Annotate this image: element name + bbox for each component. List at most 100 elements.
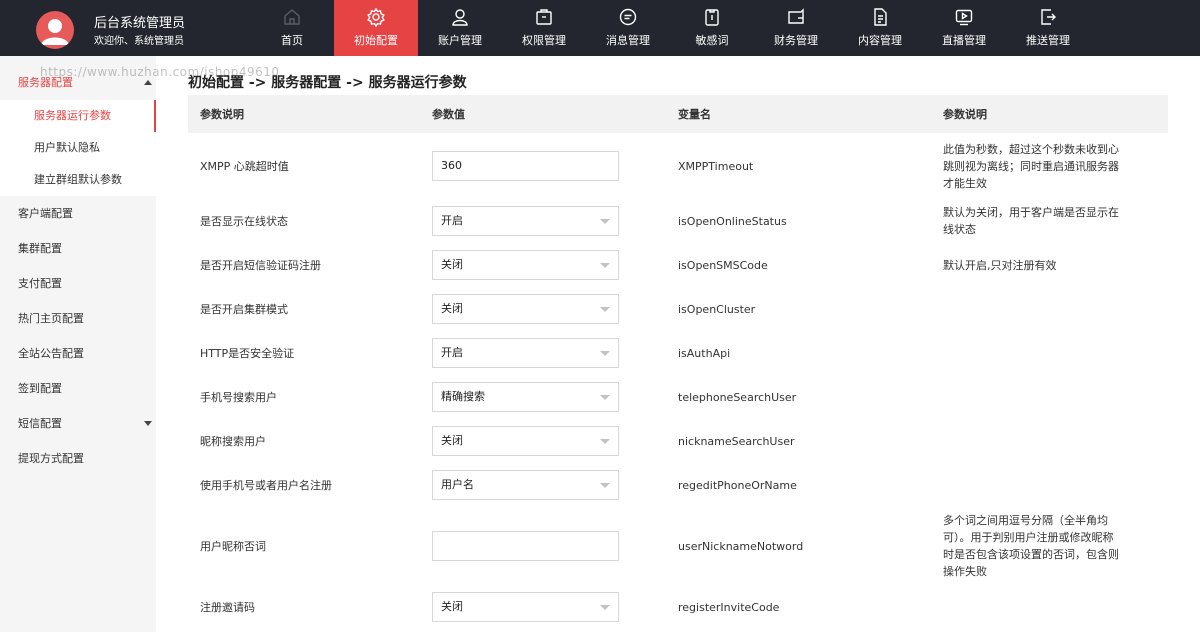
table-header: 参数说明 参数值 变量名 参数说明 [188,95,1168,133]
dropdown-arrow-icon [600,307,610,312]
field-value: 开启 [441,346,463,359]
sidebar-item-server-params[interactable]: 服务器运行参数 [0,100,156,132]
sidebar-item-group-defaults[interactable]: 建立群组默认参数 [0,164,156,196]
dropdown-arrow-icon [600,439,610,444]
sidebar-group-signin[interactable]: 签到配置 [0,371,156,406]
nav-home[interactable]: 首页 [250,0,334,56]
params-table: 参数说明 参数值 变量名 参数说明 XMPP 心跳超时值 360 XMPPTimeo… [188,95,1168,629]
nav-init-config[interactable]: 初始配置 [334,0,418,56]
nav-finance[interactable]: 财务管理 [754,0,838,56]
field-value: 关闭 [441,258,463,271]
param-select[interactable]: 关闭 [432,294,619,324]
dropdown-arrow-icon [600,605,610,610]
nav-content[interactable]: 内容管理 [838,0,922,56]
nav-push[interactable]: 推送管理 [1006,0,1090,56]
param-value-cell: 用户名 [420,470,666,500]
dropdown-arrow-icon [600,483,610,488]
sidebar-item-user-privacy[interactable]: 用户默认隐私 [0,132,156,164]
param-label: 使用手机号或者用户名注册 [200,479,332,492]
param-value-cell: 精确搜索 [420,382,666,412]
var-name: userNicknameNotword [678,539,804,553]
param-select[interactable]: 关闭 [432,250,619,280]
param-description: 此值为秒数，超过这个秒数未收到心 跳则视为离线；同时重启通讯服务器 才能生效 [931,141,1168,192]
briefcase-icon [534,7,554,27]
description-line: 默认为关闭，用于客户端是否显示在 [943,206,1119,219]
param-select[interactable]: 精确搜索 [432,382,619,412]
sidebar: 服务器配置 服务器运行参数 用户默认隐私 建立群组默认参数 客户端配置 集群配置… [0,56,156,632]
avatar[interactable] [36,11,74,49]
document-icon [870,7,890,27]
param-label: 注册邀请码 [200,601,255,614]
sidebar-group-cluster-config[interactable]: 集群配置 [0,231,156,266]
param-input[interactable]: 360 [432,151,619,181]
param-value-cell: 关闭 [420,592,666,622]
sidebar-group-withdraw-config[interactable]: 提现方式配置 [0,441,156,476]
table-row: XMPP 心跳超时值 360 XMPPTimeout 此值为秒数，超过这个秒数未收到心… [188,133,1168,199]
param-label: 用户昵称否词 [200,540,266,553]
nav-live[interactable]: 直播管理 [922,0,1006,56]
param-select[interactable]: 开启 [432,206,619,236]
description-line: 可）。用于判别用户注册或修改昵称 [943,531,1114,544]
var-name: telephoneSearchUser [678,390,797,404]
nav-messages[interactable]: 消息管理 [586,0,670,56]
nav-label: 初始配置 [354,34,398,47]
field-value: 用户名 [441,478,474,491]
tv-icon [954,7,974,27]
param-select[interactable]: 用户名 [432,470,619,500]
var-name: isOpenCluster [678,302,756,316]
sidebar-group-announcement[interactable]: 全站公告配置 [0,336,156,371]
param-input[interactable] [432,531,619,561]
param-value-cell: 关闭 [420,250,666,280]
header-param-desc: 参数说明 [200,108,244,121]
clipboard-icon [702,7,722,27]
param-label: 是否开启集群模式 [200,303,288,316]
param-select[interactable]: 关闭 [432,426,619,456]
sidebar-group-payment-config[interactable]: 支付配置 [0,266,156,301]
dropdown-arrow-icon [600,219,610,224]
sidebar-group-sms-config[interactable]: 短信配置 [0,406,156,441]
param-select[interactable]: 关闭 [432,592,619,622]
param-label: HTTP是否安全验证 [200,347,295,360]
main-nav: 首页 初始配置 账户管理 权限管理 消息管理 敏感词 财务管理 内容管理 直播管… [250,0,1090,56]
var-name: regeditPhoneOrName [678,478,797,492]
table-row: HTTP是否安全验证 开启 isAuthApi [188,331,1168,375]
field-value: 关闭 [441,600,463,613]
field-value: 精确搜索 [441,390,485,403]
param-value-cell: 开启 [420,338,666,368]
dropdown-arrow-icon [600,263,610,268]
description-line: 多个词之间用逗号分隔（全半角均 [943,514,1108,527]
table-row: 是否开启集群模式 关闭 isOpenCluster [188,287,1168,331]
description-line: 时是否包含该项设置的否词，包含则 [943,548,1119,561]
header-var-name: 变量名 [678,108,711,121]
sidebar-group-label: 短信配置 [18,417,62,430]
nav-label: 消息管理 [606,34,650,47]
caret-up-icon [144,80,152,85]
param-select[interactable]: 开启 [432,338,619,368]
nav-label: 权限管理 [522,34,566,47]
table-row: 手机号搜索用户 精确搜索 telephoneSearchUser [188,375,1168,419]
table-row: 注册邀请码 关闭 registerInviteCode [188,585,1168,629]
breadcrumb: 初始配置 -> 服务器配置 -> 服务器运行参数 [188,75,467,91]
param-description: 默认为关闭，用于客户端是否显示在 线状态 [931,204,1168,238]
nav-accounts[interactable]: 账户管理 [418,0,502,56]
header-param-note: 参数说明 [943,108,987,121]
table-row: 是否显示在线状态 开启 isOpenOnlineStatus 默认为关闭，用于客户端是… [188,199,1168,243]
table-row: 昵称搜索用户 关闭 nicknameSearchUser [188,419,1168,463]
description-line: 才能生效 [943,176,987,190]
nav-permissions[interactable]: 权限管理 [502,0,586,56]
wallet-icon [786,7,806,27]
var-name: isOpenOnlineStatus [678,214,787,228]
sidebar-group-client-config[interactable]: 客户端配置 [0,196,156,231]
top-navbar: 后台系统管理员 欢迎你、系统管理员 首页 初始配置 账户管理 权限管理 消息管理… [0,0,1200,56]
user-avatar-icon [41,19,69,45]
var-name: isAuthApi [678,346,731,360]
field-value: 开启 [441,214,463,227]
sidebar-group-hot-homepage[interactable]: 热门主页配置 [0,301,156,336]
nav-sensitive-words[interactable]: 敏感词 [670,0,754,56]
param-label: 手机号搜索用户 [200,391,277,404]
nav-label: 财务管理 [774,34,818,47]
field-value: 360 [441,159,462,172]
param-label: 昵称搜索用户 [200,435,266,448]
table-row: 使用手机号或者用户名注册 用户名 regeditPhoneOrName [188,463,1168,507]
table-row: 用户昵称否词 userNicknameNotword 多个词之间用逗号分隔（全半角均… [188,507,1168,585]
